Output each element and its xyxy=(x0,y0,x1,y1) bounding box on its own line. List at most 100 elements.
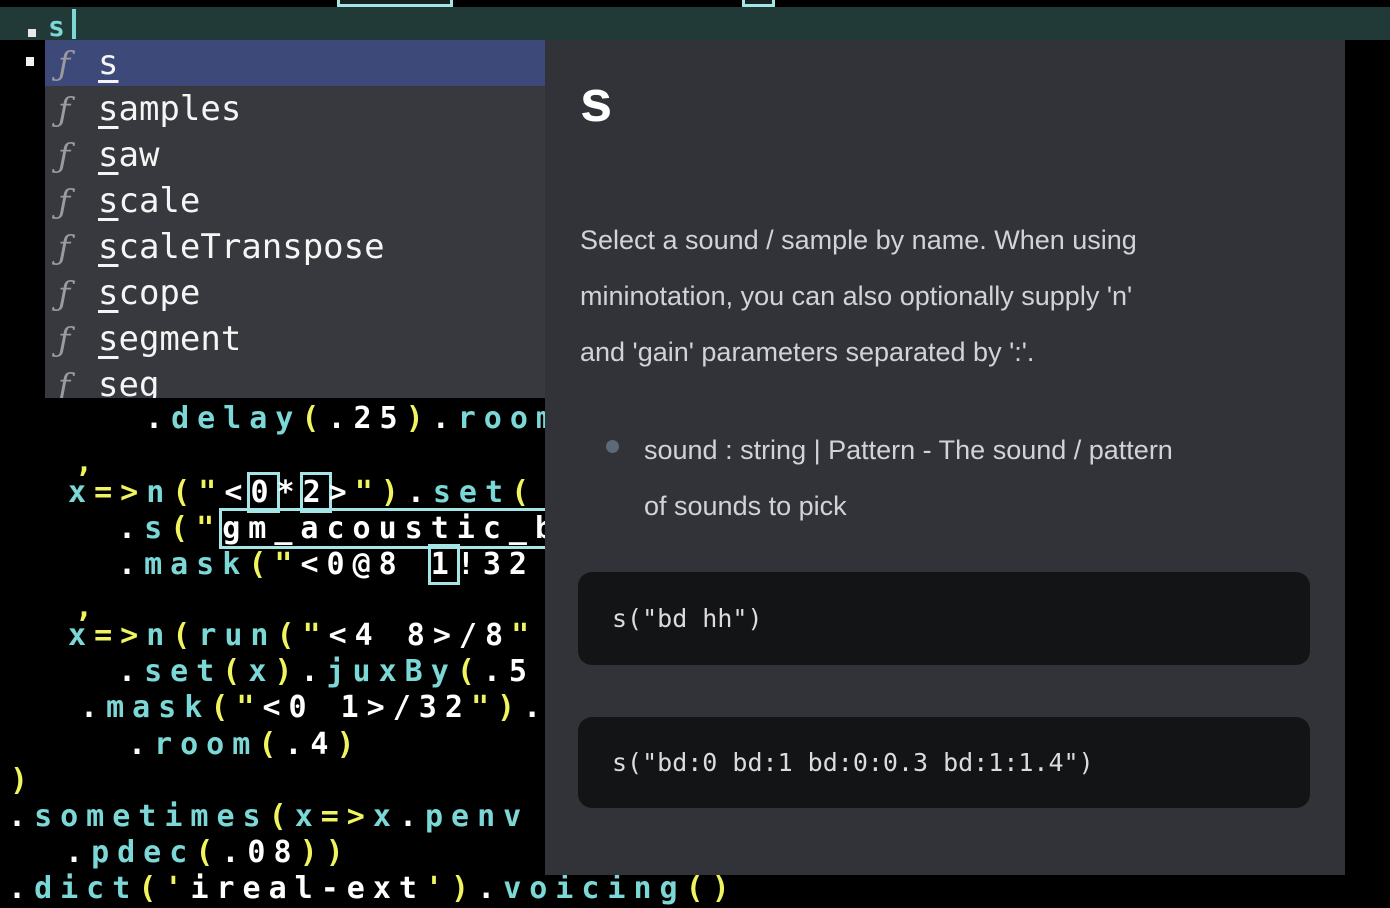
code-token: => xyxy=(94,475,146,510)
autocomplete-item-scaleTranspose[interactable]: ƒscaleTranspose xyxy=(45,224,545,270)
editor-code-line[interactable]: .set(x).juxBy(.5 xyxy=(118,656,535,688)
autocomplete-item-segment[interactable]: ƒsegment xyxy=(45,316,545,362)
code-token: . xyxy=(8,799,34,834)
autocomplete-item-scope[interactable]: ƒscope xyxy=(45,270,545,316)
code-token: . xyxy=(300,654,326,689)
code-token: voicing xyxy=(503,871,685,906)
code-token: ( xyxy=(195,835,221,870)
code-token: <0@8 xyxy=(300,547,430,582)
autocomplete-item-label: scale xyxy=(98,181,200,221)
top-clipped-code-strip xyxy=(0,0,1390,7)
code-token: x xyxy=(373,799,399,834)
code-token: ( xyxy=(269,799,295,834)
text-cursor-caret xyxy=(72,9,76,39)
code-token: . xyxy=(80,690,106,725)
autocomplete-dropdown[interactable]: ƒsƒsamplesƒsawƒscaleƒscaleTransposeƒscop… xyxy=(45,40,545,398)
autocomplete-item-label: saw xyxy=(98,135,159,175)
doc-description-line: mininotation, you can also optionally su… xyxy=(580,268,1310,324)
code-token: ) xyxy=(274,654,300,689)
code-token: s xyxy=(144,511,170,546)
code-token: juxBy xyxy=(327,654,457,689)
function-icon: ƒ xyxy=(58,320,96,359)
autocomplete-item-scale[interactable]: ƒscale xyxy=(45,178,545,224)
autocomplete-item-label: samples xyxy=(98,89,241,129)
code-token: ( xyxy=(222,654,248,689)
code-token: . xyxy=(118,547,144,582)
code-token: ") xyxy=(355,475,407,510)
code-token: ( xyxy=(457,654,483,689)
editor-code-line[interactable]: ) xyxy=(10,765,36,797)
editor-code-line[interactable]: .sometimes(x=>x.penv xyxy=(8,801,529,833)
pattern-highlight-token: 2 xyxy=(300,472,332,513)
code-token: => xyxy=(321,799,373,834)
code-token: ( xyxy=(511,475,537,510)
editor-code-line[interactable]: .s("gm_acoustic_bd xyxy=(118,513,587,545)
editor-code-line[interactable]: x=>n(run("<4 8>/8" xyxy=(68,620,537,652)
code-token: pdec xyxy=(91,835,195,870)
autocomplete-item-samples[interactable]: ƒsamples xyxy=(45,86,545,132)
autocomplete-item-label: scaleTranspose xyxy=(98,227,385,267)
clipped-pattern-highlight-box xyxy=(742,0,775,7)
doc-description-line: and 'gain' parameters separated by ':'. xyxy=(580,324,1310,380)
strudel-editor-screen: .delay(.25).room,x=>n("<0*2>").set(.s("g… xyxy=(0,0,1390,908)
code-token: " xyxy=(511,618,537,653)
autocomplete-item-seg[interactable]: ƒseg xyxy=(45,362,545,398)
function-icon: ƒ xyxy=(58,228,96,267)
autocomplete-item-s[interactable]: ƒs xyxy=(45,40,545,86)
code-token: n xyxy=(146,618,172,653)
doc-title: s xyxy=(580,68,612,135)
code-token: n xyxy=(146,475,172,510)
code-token: () xyxy=(686,871,738,906)
code-token: x xyxy=(68,618,94,653)
code-token: run xyxy=(198,618,276,653)
editor-code-line[interactable]: .pdec(.08)) xyxy=(65,837,352,869)
code-token: x xyxy=(248,654,274,689)
doc-param-line: sound : string | Pattern - The sound / p… xyxy=(644,422,1304,478)
active-line-highlight[interactable]: s xyxy=(0,7,1390,40)
clipped-pattern-highlight-box xyxy=(337,0,453,7)
editor-code-line[interactable]: .mask("<0 1>/32"). xyxy=(80,692,549,724)
code-token: .4 xyxy=(284,727,336,762)
autocomplete-item-saw[interactable]: ƒsaw xyxy=(45,132,545,178)
typed-text: s xyxy=(48,10,69,43)
doc-param-text: sound : string | Pattern - The sound / p… xyxy=(644,422,1304,534)
doc-example-code: s("bd hh") xyxy=(612,604,763,633)
code-token: ( xyxy=(301,401,327,436)
editor-code-line[interactable]: .room(.4) xyxy=(128,729,363,761)
code-token: * xyxy=(277,475,303,510)
code-token: (" xyxy=(210,690,262,725)
pattern-highlight-token: gm_acoustic_bd xyxy=(219,508,590,549)
code-token: )) xyxy=(300,835,352,870)
code-token: (" xyxy=(248,547,300,582)
code-token: ) xyxy=(10,763,36,798)
code-token: room xyxy=(154,727,258,762)
occluded-code-dot xyxy=(26,57,34,66)
code-token: . xyxy=(8,871,34,906)
editor-code-line[interactable]: x=>n("<0*2>").set( xyxy=(68,477,537,509)
doc-description-line: Select a sound / sample by name. When us… xyxy=(580,212,1310,268)
code-token: . xyxy=(477,871,503,906)
code-token: > xyxy=(329,475,355,510)
code-token: ireal-ext xyxy=(190,871,425,906)
code-token: .25 xyxy=(327,401,405,436)
doc-description: Select a sound / sample by name. When us… xyxy=(580,212,1310,380)
code-token: (" xyxy=(170,511,222,546)
code-token: x xyxy=(68,475,94,510)
code-token: . xyxy=(65,835,91,870)
editor-code-line[interactable]: .delay(.25).room xyxy=(145,403,562,435)
code-token: mask xyxy=(106,690,210,725)
code-token: mask xyxy=(144,547,248,582)
function-icon: ƒ xyxy=(58,44,96,83)
code-token: set xyxy=(144,654,222,689)
editor-code-line[interactable]: .mask("<0@8 1!32 xyxy=(118,549,535,581)
code-token: ( xyxy=(258,727,284,762)
autocomplete-item-label: seg xyxy=(98,365,159,398)
code-token: <0 1>/32 xyxy=(262,690,471,725)
code-token: penv xyxy=(425,799,529,834)
doc-panel: s Select a sound / sample by name. When … xyxy=(545,40,1345,875)
code-token: . xyxy=(407,475,433,510)
code-token: dict xyxy=(34,871,138,906)
editor-code-line[interactable]: .dict('ireal-ext').voicing() xyxy=(8,873,738,905)
code-token: . xyxy=(432,401,458,436)
code-token: (" xyxy=(277,618,329,653)
